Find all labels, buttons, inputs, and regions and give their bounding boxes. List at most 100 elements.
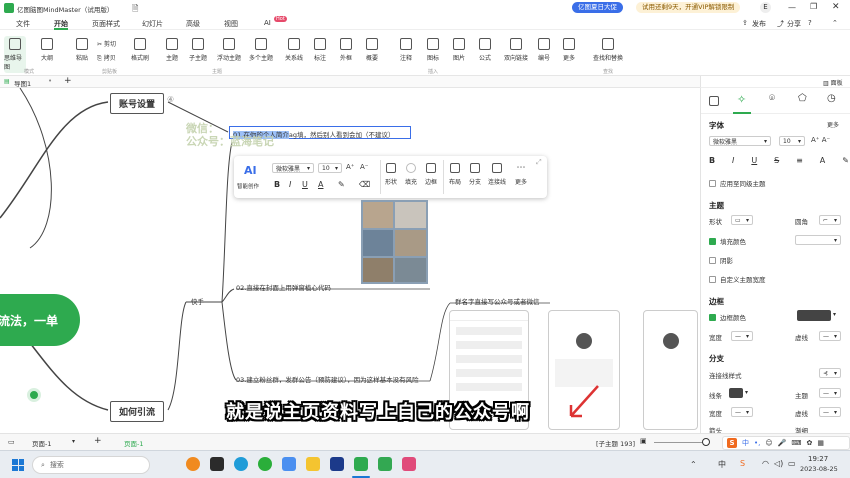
taskbar-app-icon[interactable]: [402, 457, 416, 471]
menu-item-file[interactable]: 文件: [16, 19, 30, 29]
find-replace-button[interactable]: 查找和替换: [590, 38, 626, 62]
add-page-button[interactable]: +: [94, 436, 102, 446]
save-icon[interactable]: 🗎: [132, 3, 138, 17]
more-insert-button[interactable]: 更多: [559, 38, 579, 62]
panel-underline-icon[interactable]: U: [751, 156, 757, 165]
publish-icon[interactable]: ⇪: [742, 19, 748, 27]
tray-ime-icon[interactable]: S: [740, 459, 745, 468]
icon-button[interactable]: 图标: [423, 38, 443, 62]
multiple-topics-button[interactable]: 多个主题: [246, 38, 276, 62]
topic-right-note[interactable]: 群名字直接写公众号或者微信: [455, 296, 540, 306]
relation-line-button[interactable]: 关系线: [283, 38, 305, 62]
boundary-button[interactable]: 外框: [336, 38, 356, 62]
bidirectional-link-button[interactable]: 双向链接: [500, 38, 532, 62]
corner-select[interactable]: ⌐ ▾: [819, 215, 841, 225]
paste-button[interactable]: 粘贴: [72, 38, 92, 62]
chevron-down-icon[interactable]: ▾: [833, 311, 836, 318]
close-tab-icon[interactable]: •: [48, 77, 52, 85]
panel-highlight-icon[interactable]: ✎: [842, 156, 849, 165]
checkbox[interactable]: [709, 275, 716, 283]
minimize-icon[interactable]: —: [788, 3, 796, 12]
windows-start-icon[interactable]: [12, 459, 24, 471]
custom-width-row[interactable]: 自定义主题宽度: [709, 274, 766, 284]
panel-font-select[interactable]: 微软雅黑 ▾: [709, 136, 771, 146]
ime-skin-icon[interactable]: ✿: [807, 439, 813, 447]
line-width-select[interactable]: — ▾: [731, 407, 753, 417]
taskbar-search[interactable]: ⌕ 搜索: [32, 456, 150, 474]
ime-mic-icon[interactable]: 🎤: [778, 439, 787, 447]
promo-badge[interactable]: 亿图夏日大促: [572, 2, 623, 13]
menu-item-slides[interactable]: 幻灯片: [142, 19, 163, 29]
fit-icon[interactable]: ▣: [640, 437, 647, 445]
connect-style-select[interactable]: ⊰ ▾: [819, 368, 841, 378]
ime-lang-icon[interactable]: 中: [742, 438, 749, 448]
panel-strike-icon[interactable]: S: [774, 156, 779, 165]
panel-bold-icon[interactable]: B: [709, 156, 715, 165]
outline-mode-button[interactable]: 大纲: [37, 38, 57, 62]
menu-item-advanced[interactable]: 高级: [186, 19, 200, 29]
shrink-font-icon[interactable]: A⁻: [360, 163, 368, 171]
fill-button[interactable]: 填充: [402, 163, 420, 186]
branch-label-kuaishou[interactable]: 快手: [191, 296, 204, 306]
taskbar-app-icon[interactable]: [378, 457, 392, 471]
topic-button[interactable]: 主题: [162, 38, 182, 62]
taskbar-app-icon[interactable]: [210, 457, 224, 471]
italic-button[interactable]: I: [289, 180, 291, 189]
grow-font-icon[interactable]: A⁺: [346, 163, 354, 171]
checkbox-checked[interactable]: [709, 237, 716, 245]
layout-button[interactable]: 布局: [446, 163, 464, 186]
user-avatar[interactable]: E: [760, 2, 771, 13]
zoom-slider-track[interactable]: [654, 442, 704, 443]
underline-button[interactable]: U: [302, 180, 308, 189]
trial-notice[interactable]: 试用还剩9天，开通VIP解锁限制: [636, 2, 741, 13]
mindmap-canvas[interactable]: 流法，一单 账号设置 ④ 如何引流 快手 01.在你的个人简介ag填，然后别人看…: [0, 88, 700, 433]
bold-button[interactable]: B: [274, 180, 280, 189]
summary-button[interactable]: 概要: [362, 38, 382, 62]
font-color-button[interactable]: A: [318, 180, 323, 189]
location-icon[interactable]: ⌾: [769, 93, 775, 104]
border-width-select[interactable]: — ▾: [731, 331, 753, 341]
line-color-swatch[interactable]: [729, 388, 743, 398]
border-button[interactable]: 边框: [422, 163, 440, 186]
fill-color-row[interactable]: 填充颜色: [709, 236, 746, 246]
floating-assistant-icon[interactable]: [27, 388, 41, 402]
panel-italic-icon[interactable]: I: [732, 156, 734, 165]
clock-time[interactable]: 19:27: [808, 455, 828, 463]
shape-button[interactable]: 形状: [382, 163, 400, 186]
floating-topic-button[interactable]: 浮动主题: [214, 38, 244, 62]
ime-lang-tray[interactable]: 中: [718, 459, 726, 470]
active-page-tab[interactable]: 页面-1: [124, 438, 143, 448]
edge-icon[interactable]: [234, 457, 248, 471]
clear-format-icon[interactable]: ⌫: [359, 180, 370, 189]
topic-item-2[interactable]: 02.直接在封面上用弹窗植心代码: [236, 282, 331, 292]
mindmap-mode-button[interactable]: 思维导图: [4, 36, 26, 73]
chevron-down-icon[interactable]: ▾: [72, 438, 75, 445]
checkbox-checked[interactable]: [709, 313, 716, 321]
menu-item-view[interactable]: 视图: [224, 19, 238, 29]
battery-icon[interactable]: ▭: [788, 459, 796, 468]
shadow-row[interactable]: 阴影: [709, 255, 733, 265]
share-icon[interactable]: ⤴: [777, 19, 784, 29]
page-select[interactable]: 页面-1: [32, 438, 51, 448]
page-icon[interactable]: [709, 96, 719, 106]
image-button[interactable]: 图片: [449, 38, 469, 62]
zoom-slider-handle[interactable]: [702, 438, 710, 446]
topic-account-settings[interactable]: 账号设置: [110, 93, 165, 114]
page-list-icon[interactable]: ▭: [8, 438, 15, 446]
panel-toggle-icon[interactable]: ▥ 面板: [823, 78, 843, 87]
font-family-select[interactable]: 微软雅黑 ▾: [272, 163, 314, 173]
clock-date[interactable]: 2023-08-25: [800, 465, 838, 473]
topic-count-badge[interactable]: ④: [167, 95, 174, 104]
topic-how-to-attract[interactable]: 如何引流: [110, 401, 165, 422]
clock-icon[interactable]: ◷: [827, 93, 836, 104]
font-size-select[interactable]: 10 ▾: [318, 163, 342, 173]
folder-icon[interactable]: [306, 457, 320, 471]
border-color-row[interactable]: 边框颜色: [709, 312, 746, 322]
panel-size-select[interactable]: 10 ▾: [779, 136, 805, 146]
fill-color-select[interactable]: ▾: [795, 235, 841, 245]
branch-button[interactable]: 分支: [466, 163, 484, 186]
speaker-icon[interactable]: ◁): [774, 459, 783, 468]
border-color-swatch[interactable]: [797, 310, 831, 321]
badge-icon[interactable]: ⬠: [798, 93, 807, 104]
close-icon[interactable]: ✕: [832, 2, 840, 12]
